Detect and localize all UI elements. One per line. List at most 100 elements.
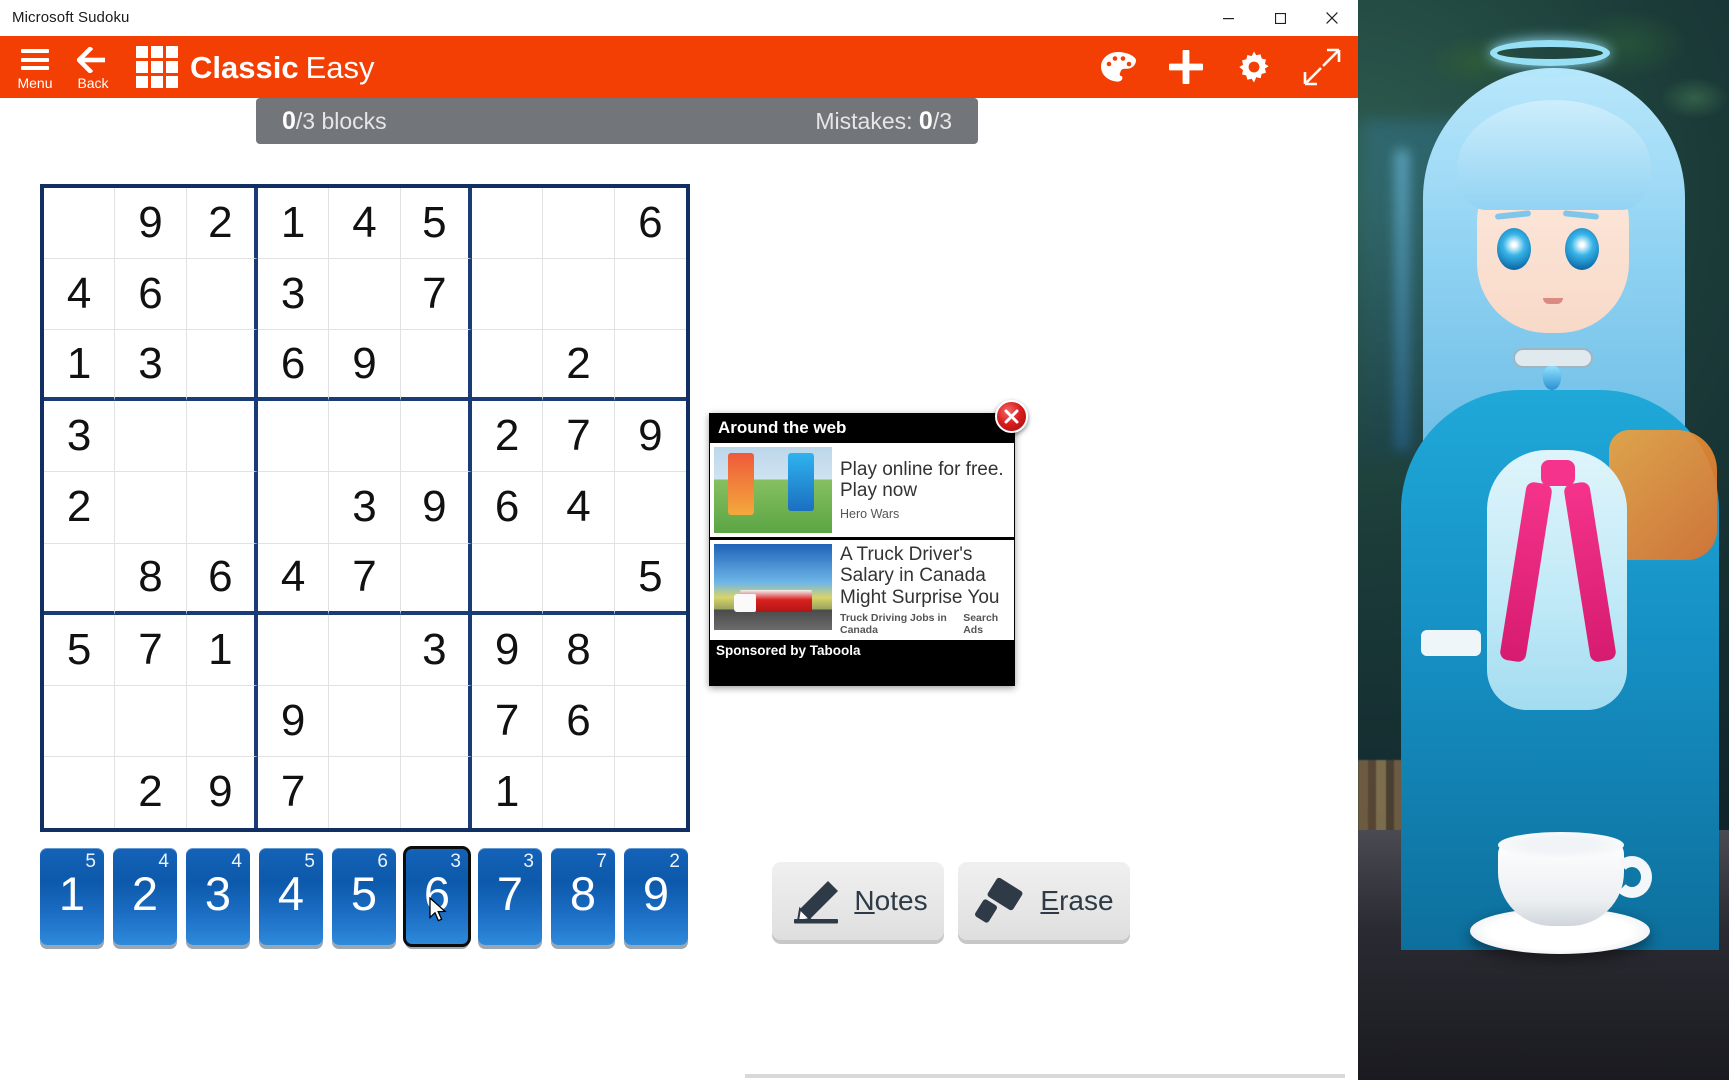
board-cell-r9-c1[interactable] [44, 756, 116, 828]
board-cell-r6-c4[interactable]: 4 [258, 543, 330, 615]
board-cell-r2-c6[interactable]: 7 [400, 259, 472, 331]
board-cell-r1-c5[interactable]: 4 [329, 188, 401, 260]
board-cell-r2-c7[interactable] [472, 259, 544, 331]
board-cell-r1-c4[interactable]: 1 [258, 188, 330, 260]
minimize-button[interactable] [1202, 0, 1254, 36]
board-cell-r3-c8[interactable]: 2 [543, 330, 615, 402]
board-cell-r6-c2[interactable]: 8 [115, 543, 187, 615]
board-cell-r7-c9[interactable] [614, 615, 686, 686]
board-cell-r7-c5[interactable] [329, 614, 401, 686]
board-cell-r3-c2[interactable]: 3 [115, 330, 187, 402]
numpad-key-2[interactable]: 42 [113, 848, 177, 945]
board-cell-r9-c9[interactable] [615, 757, 686, 828]
board-cell-r6-c6[interactable] [400, 543, 472, 615]
board-cell-r4-c3[interactable] [186, 401, 258, 473]
board-cell-r7-c1[interactable]: 5 [44, 614, 116, 686]
close-button[interactable] [1306, 0, 1358, 36]
board-cell-r2-c5[interactable] [329, 259, 401, 331]
board-cell-r7-c8[interactable]: 8 [543, 614, 615, 686]
board-cell-r1-c9[interactable]: 6 [614, 188, 686, 260]
board-cell-r5-c9[interactable] [614, 472, 686, 544]
board-cell-r4-c6[interactable] [400, 401, 472, 473]
board-cell-r9-c3[interactable]: 9 [187, 756, 258, 828]
board-cell-r3-c1[interactable]: 1 [44, 330, 116, 402]
sudoku-board[interactable]: 9214564637136923279239648647557139897629… [40, 184, 690, 832]
board-cell-r8-c1[interactable] [44, 685, 116, 757]
numpad-key-3[interactable]: 43 [186, 848, 250, 945]
board-cell-r3-c7[interactable] [472, 330, 544, 402]
board-cell-r7-c3[interactable]: 1 [186, 614, 258, 686]
board-cell-r1-c7[interactable] [472, 188, 544, 260]
board-cell-r6-c5[interactable]: 7 [329, 543, 401, 615]
board-cell-r9-c8[interactable] [543, 756, 615, 828]
add-button[interactable] [1164, 45, 1208, 89]
board-cell-r4-c7[interactable]: 2 [472, 401, 544, 473]
ad-close-button[interactable] [995, 400, 1028, 433]
board-cell-r6-c3[interactable]: 6 [186, 543, 258, 615]
erase-button[interactable]: Erase [958, 862, 1130, 940]
board-cell-r4-c9[interactable]: 9 [614, 401, 686, 473]
board-cell-r7-c4[interactable] [258, 614, 330, 686]
board-cell-r6-c8[interactable] [543, 543, 615, 615]
board-cell-r7-c7[interactable]: 9 [472, 614, 544, 686]
board-cell-r8-c2[interactable] [115, 685, 187, 757]
board-cell-r2-c8[interactable] [543, 259, 615, 331]
board-cell-r8-c5[interactable] [329, 685, 401, 757]
ad-item[interactable]: Play online for free. Play now Hero Wars [710, 443, 1014, 537]
board-cell-r1-c2[interactable]: 9 [115, 188, 187, 260]
maximize-button[interactable] [1254, 0, 1306, 36]
board-cell-r3-c3[interactable] [186, 330, 258, 402]
theme-button[interactable] [1096, 45, 1140, 89]
numpad-key-4[interactable]: 54 [259, 848, 323, 945]
board-cell-r9-c7[interactable]: 1 [472, 756, 544, 828]
numpad-key-9[interactable]: 29 [624, 848, 688, 945]
board-cell-r8-c4[interactable]: 9 [258, 685, 330, 757]
menu-button[interactable]: Menu [6, 38, 64, 96]
board-cell-r1-c8[interactable] [543, 188, 615, 260]
board-cell-r8-c9[interactable] [614, 686, 686, 757]
board-cell-r2-c2[interactable]: 6 [115, 259, 187, 331]
board-cell-r4-c4[interactable] [258, 401, 330, 473]
board-cell-r4-c8[interactable]: 7 [543, 401, 615, 473]
board-cell-r9-c6[interactable] [401, 756, 472, 828]
board-cell-r8-c6[interactable] [400, 685, 472, 757]
fullscreen-button[interactable] [1300, 45, 1344, 89]
ad-item[interactable]: A Truck Driver's Salary in Canada Might … [710, 540, 1014, 640]
board-cell-r2-c3[interactable] [186, 259, 258, 331]
board-cell-r5-c1[interactable]: 2 [44, 472, 116, 544]
board-cell-r5-c3[interactable] [186, 472, 258, 544]
board-cell-r2-c1[interactable]: 4 [44, 259, 116, 331]
board-cell-r5-c8[interactable]: 4 [543, 472, 615, 544]
board-cell-r2-c9[interactable] [614, 259, 686, 331]
board-cell-r2-c4[interactable]: 3 [258, 259, 330, 331]
board-cell-r4-c5[interactable] [329, 401, 401, 473]
notes-button[interactable]: Notes [772, 862, 944, 940]
board-cell-r7-c2[interactable]: 7 [115, 614, 187, 686]
board-cell-r7-c6[interactable]: 3 [400, 614, 472, 686]
settings-button[interactable] [1232, 45, 1276, 89]
board-cell-r1-c1[interactable] [44, 188, 116, 260]
numpad-key-1[interactable]: 51 [40, 848, 104, 945]
numpad-key-7[interactable]: 37 [478, 848, 542, 945]
board-cell-r3-c4[interactable]: 6 [258, 330, 330, 402]
board-cell-r6-c7[interactable] [472, 543, 544, 615]
board-cell-r5-c6[interactable]: 9 [400, 472, 472, 544]
board-cell-r9-c4[interactable]: 7 [258, 756, 330, 828]
back-button[interactable]: Back [64, 38, 122, 96]
board-cell-r9-c2[interactable]: 2 [115, 756, 187, 828]
board-cell-r1-c6[interactable]: 5 [400, 188, 472, 260]
board-cell-r3-c9[interactable] [614, 330, 686, 402]
board-cell-r4-c1[interactable]: 3 [44, 401, 116, 473]
board-cell-r5-c2[interactable] [115, 472, 187, 544]
numpad-key-5[interactable]: 65 [332, 848, 396, 945]
board-cell-r8-c7[interactable]: 7 [472, 685, 544, 757]
board-cell-r4-c2[interactable] [115, 401, 187, 473]
numpad-key-8[interactable]: 78 [551, 848, 615, 945]
board-cell-r6-c1[interactable] [44, 543, 116, 615]
board-cell-r5-c4[interactable] [258, 472, 330, 544]
numpad-key-6[interactable]: 36 [403, 846, 471, 947]
board-cell-r5-c5[interactable]: 3 [329, 472, 401, 544]
board-cell-r9-c5[interactable] [329, 756, 401, 828]
board-cell-r1-c3[interactable]: 2 [186, 188, 258, 260]
board-cell-r3-c5[interactable]: 9 [329, 330, 401, 402]
